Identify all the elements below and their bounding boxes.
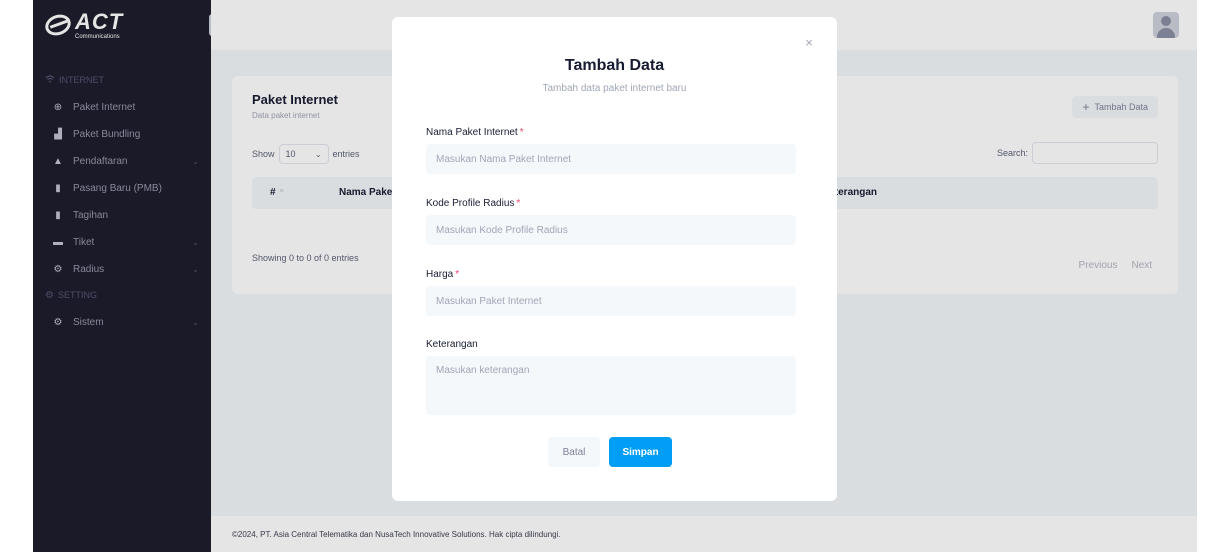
kode-profile-label: Kode Profile Radius * [426,198,521,209]
close-icon[interactable]: × [803,36,815,49]
kode-profile-input[interactable] [426,215,796,245]
screen: ACT Communications « INTERNET ⊕ [0,0,1230,552]
keterangan-label: Keterangan [426,339,478,350]
modal-title: Tambah Data [564,57,665,74]
harga-label: Harga * [426,269,460,280]
add-data-modal: × Tambah Data Tambah data paket internet… [392,17,837,501]
required-marker: * [455,269,460,280]
cancel-button[interactable]: Batal [548,437,600,467]
required-marker: * [519,127,524,138]
required-marker: * [516,198,521,209]
save-button[interactable]: Simpan [609,437,672,467]
harga-input[interactable] [426,286,796,316]
nama-paket-label: Nama Paket Internet * [426,127,524,138]
nama-paket-input[interactable] [426,144,796,174]
keterangan-textarea[interactable] [426,356,796,415]
modal-subtitle: Tambah data paket internet baru [542,83,687,94]
